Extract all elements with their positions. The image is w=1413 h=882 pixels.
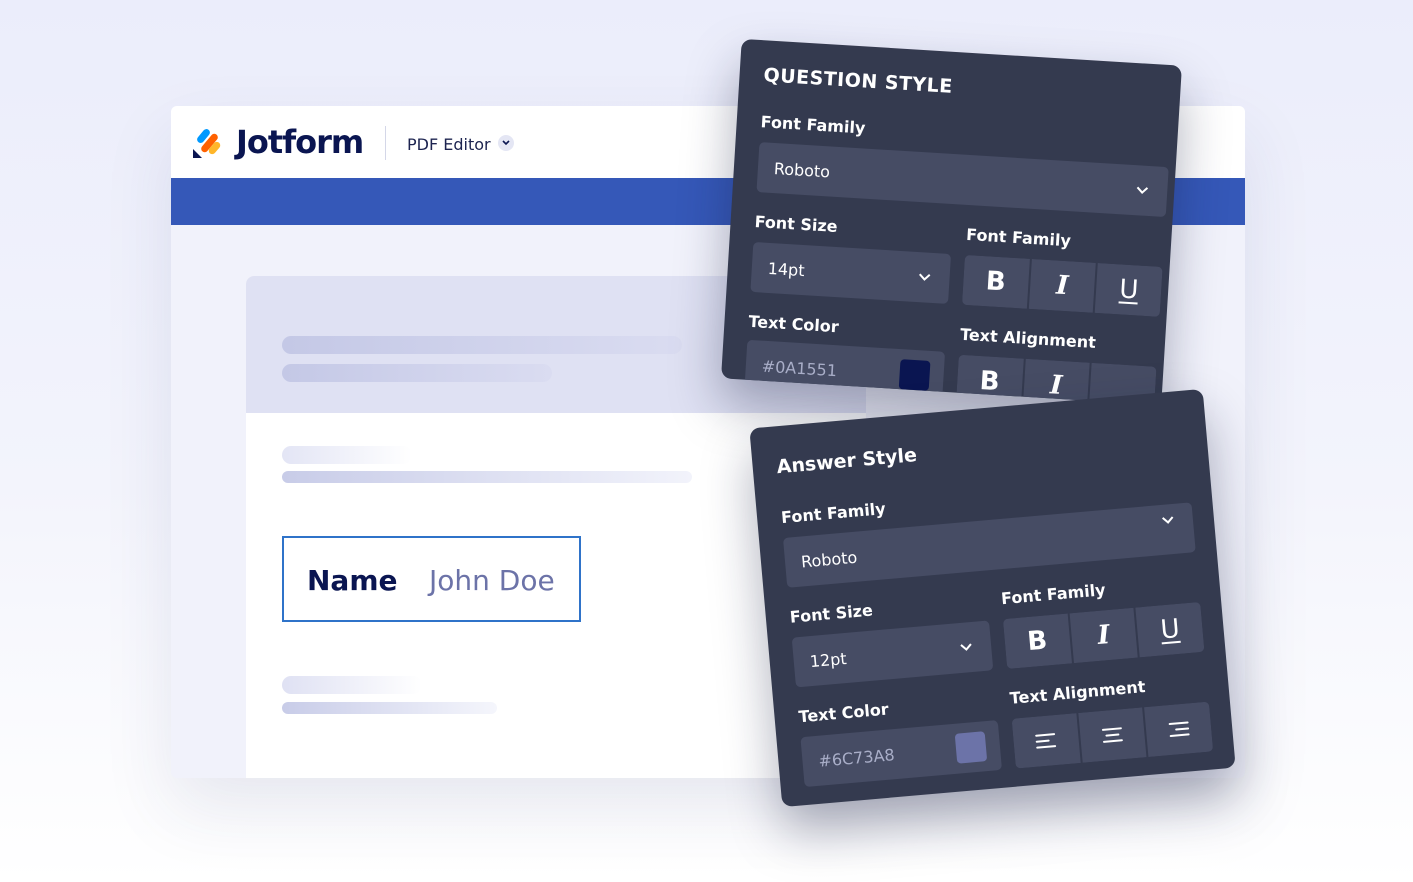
field-value: John Doe — [429, 564, 555, 597]
color-swatch[interactable] — [954, 731, 988, 764]
underline-button[interactable]: U — [1095, 263, 1163, 317]
product-switcher-label[interactable]: PDF Editor — [407, 135, 491, 154]
panel-title: QUESTION STYLE — [762, 64, 954, 98]
font-style-label: Font Family — [1000, 580, 1107, 609]
text-color-value: #0A1551 — [761, 356, 838, 380]
chevron-down-icon — [1136, 186, 1149, 194]
placeholder-line — [282, 471, 692, 483]
font-size-label: Font Size — [754, 212, 839, 237]
align-center-button[interactable] — [1078, 707, 1147, 763]
font-size-value: 12pt — [808, 648, 848, 671]
bold-button[interactable]: B — [961, 254, 1030, 309]
font-style-buttons: B I U — [961, 254, 1163, 317]
chevron-down-icon — [1162, 516, 1174, 524]
align-left-button[interactable] — [1011, 713, 1081, 769]
text-alignment-label: Text Alignment — [959, 324, 1097, 353]
font-family-value: Roboto — [773, 158, 831, 181]
placeholder-line — [282, 702, 497, 714]
underline-button[interactable]: U — [1135, 601, 1205, 658]
font-family-value: Roboto — [800, 547, 858, 572]
align-right-icon — [1168, 721, 1190, 738]
align-left-icon — [1035, 733, 1057, 749]
placeholder-line — [282, 446, 412, 464]
answer-style-panel: Answer Style Font Family Roboto Font Siz… — [749, 388, 1236, 808]
font-style-label: Font Family — [965, 224, 1072, 251]
align-center-icon — [1101, 727, 1123, 743]
font-family-select[interactable]: Roboto — [756, 142, 1169, 218]
chevron-down-icon[interactable] — [498, 135, 514, 151]
color-swatch[interactable] — [898, 359, 931, 391]
text-color-value: #6C73A8 — [817, 744, 896, 771]
font-style-buttons: B I U — [1002, 601, 1205, 669]
placeholder-line — [282, 336, 682, 354]
italic-button[interactable]: I — [1069, 607, 1139, 664]
placeholder-line — [282, 364, 552, 382]
bold-button[interactable]: B — [1002, 613, 1072, 669]
text-color-label: Text Color — [747, 311, 840, 337]
font-family-label: Font Family — [760, 112, 866, 138]
font-size-value: 14pt — [767, 258, 806, 280]
text-color-label: Text Color — [797, 699, 890, 727]
chevron-down-icon — [919, 273, 931, 281]
font-size-select[interactable]: 14pt — [750, 241, 952, 304]
panel-title: Answer Style — [775, 444, 918, 479]
align-right-button[interactable] — [1144, 701, 1214, 757]
field-label: Name — [307, 564, 398, 597]
alignment-buttons — [1011, 701, 1214, 769]
italic-button[interactable]: I — [1028, 258, 1097, 313]
name-form-field[interactable]: Name John Doe — [282, 536, 581, 622]
placeholder-line — [282, 676, 422, 694]
question-style-panel: QUESTION STYLE Font Family Roboto Font S… — [721, 38, 1182, 406]
jotform-logo-icon — [193, 129, 221, 158]
font-size-select[interactable]: 12pt — [791, 620, 994, 688]
brand-name: Jotform — [236, 123, 364, 161]
text-alignment-label: Text Alignment — [1008, 677, 1147, 708]
font-family-label: Font Family — [780, 499, 887, 528]
chevron-down-icon — [960, 643, 972, 651]
text-color-input[interactable]: #6C73A8 — [800, 720, 1003, 788]
font-size-label: Font Size — [789, 600, 874, 627]
header-divider — [385, 126, 386, 160]
